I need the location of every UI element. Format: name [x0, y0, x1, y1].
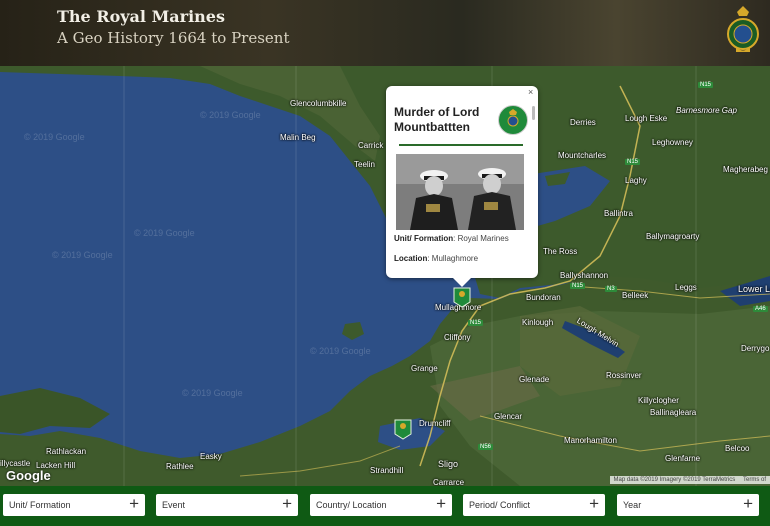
road-label: N15: [468, 320, 484, 326]
place-label: Ballymagroarty: [646, 232, 700, 241]
place-label: Glencar: [494, 412, 523, 421]
place-label: Derrygo: [741, 344, 770, 353]
place-label: Bundoran: [526, 293, 561, 302]
plus-icon[interactable]: +: [743, 495, 753, 513]
satellite-imagery: [0, 66, 770, 486]
filter-event[interactable]: Event +: [156, 494, 298, 516]
place-label: Malin Beg: [280, 133, 316, 142]
place-label: Glencolumbkille: [290, 99, 347, 108]
place-label: Kinlough: [522, 318, 554, 327]
location-field: Location: Mullaghmore: [394, 254, 479, 263]
filter-label: Event: [162, 500, 186, 510]
road-label: N15: [625, 159, 641, 165]
place-label: Magherabeg: [723, 165, 768, 174]
place-label: Ballinagleara: [650, 408, 697, 417]
road-label: N3: [605, 286, 617, 292]
filter-country-location[interactable]: Country/ Location +: [310, 494, 452, 516]
place-label: Mountcharles: [558, 151, 607, 160]
place-label: Lough Eske: [625, 114, 668, 123]
popup-divider: [399, 144, 523, 146]
place-label: Rathlee: [166, 462, 194, 471]
filter-label: Unit/ Formation: [9, 500, 71, 510]
filter-year[interactable]: Year +: [617, 494, 759, 516]
place-label: Laghy: [625, 176, 647, 185]
royal-marines-crest-icon[interactable]: [726, 4, 760, 56]
place-label: Rathlackan: [46, 447, 87, 456]
place-label: Rossinver: [606, 371, 642, 380]
map-watermark: © 2019 Google: [200, 110, 261, 120]
close-icon[interactable]: ×: [528, 87, 533, 97]
place-label: Sligo: [438, 459, 459, 469]
plus-icon[interactable]: +: [589, 495, 599, 513]
place-label: Leggs: [675, 283, 697, 292]
map-data-credit: Map data ©2019 Imagery ©2019 TerraMetric…: [613, 477, 736, 483]
filter-unit-formation[interactable]: Unit/ Formation +: [3, 494, 145, 516]
place-label: Carrarce: [433, 478, 465, 486]
place-label: Glenade: [519, 375, 550, 384]
unit-value: Royal Marines: [457, 234, 509, 243]
popup-title: Murder of Lord Mountbattten: [394, 105, 480, 134]
place-label: Derries: [570, 118, 596, 127]
filter-period-conflict[interactable]: Period/ Conflict +: [463, 494, 605, 516]
app-subtitle: A Geo History 1664 to Present: [57, 29, 290, 47]
map-watermark: © 2019 Google: [182, 388, 243, 398]
map-watermark: © 2019 Google: [24, 132, 85, 142]
place-label: Killyclogher: [638, 396, 679, 405]
location-label: Location: [394, 254, 428, 263]
road-label: N15: [570, 283, 586, 289]
filter-bar: Unit/ Formation + Event + Country/ Locat…: [0, 486, 770, 526]
map-attribution[interactable]: Map data ©2019 Imagery ©2019 TerraMetric…: [609, 476, 770, 484]
place-label: Leghowney: [652, 138, 693, 147]
place-label: Manorhamilton: [564, 436, 617, 445]
event-info-popup: × Murder of Lord Mountbattten Unit/ Form…: [386, 86, 538, 287]
place-label: Lower Lo: [738, 284, 770, 294]
place-label: Belleek: [622, 291, 649, 300]
unit-field: Unit/ Formation: Royal Marines: [394, 234, 509, 243]
event-marker[interactable]: [452, 286, 472, 308]
map-watermark: © 2019 Google: [310, 346, 371, 356]
place-label: Belcoo: [725, 444, 750, 453]
terms-link[interactable]: Terms of: [743, 477, 766, 483]
location-value: Mullaghmore: [431, 254, 479, 263]
place-label: Easky: [200, 452, 222, 461]
place-label: Glenfarne: [665, 454, 701, 463]
road-label: A46: [753, 306, 768, 312]
google-logo: Google: [6, 468, 51, 483]
road-label: N15: [698, 82, 714, 88]
filter-label: Period/ Conflict: [469, 500, 531, 510]
place-label: Carrick: [358, 141, 384, 150]
road-label: N56: [478, 444, 494, 450]
event-marker[interactable]: [393, 418, 413, 440]
map-canvas[interactable]: © 2019 Google © 2019 Google © 2019 Googl…: [0, 66, 770, 486]
place-label: Ballintra: [604, 209, 633, 218]
filter-label: Country/ Location: [316, 500, 387, 510]
place-label: Teelin: [354, 160, 375, 169]
place-label: Cliffony: [444, 333, 471, 342]
app-header: The Royal Marines A Geo History 1664 to …: [0, 0, 770, 66]
popup-scrollbar[interactable]: [532, 106, 535, 120]
plus-icon[interactable]: +: [129, 495, 139, 513]
event-photo: [396, 154, 524, 230]
place-label: illycastle: [0, 459, 31, 468]
place-label: Barnesmore Gap: [676, 106, 737, 115]
unit-logo-icon: [498, 105, 528, 135]
filter-label: Year: [623, 500, 642, 510]
place-label: Ballyshannon: [560, 271, 609, 280]
place-label: Grange: [411, 364, 438, 373]
place-label: Strandhill: [370, 466, 404, 475]
map-watermark: © 2019 Google: [134, 228, 195, 238]
place-label: Drumcliff: [419, 419, 451, 428]
place-label: The Ross: [543, 247, 578, 256]
plus-icon[interactable]: +: [282, 495, 292, 513]
app-title: The Royal Marines: [57, 7, 225, 26]
unit-label: Unit/ Formation: [394, 234, 454, 243]
plus-icon[interactable]: +: [436, 495, 446, 513]
map-watermark: © 2019 Google: [52, 250, 113, 260]
